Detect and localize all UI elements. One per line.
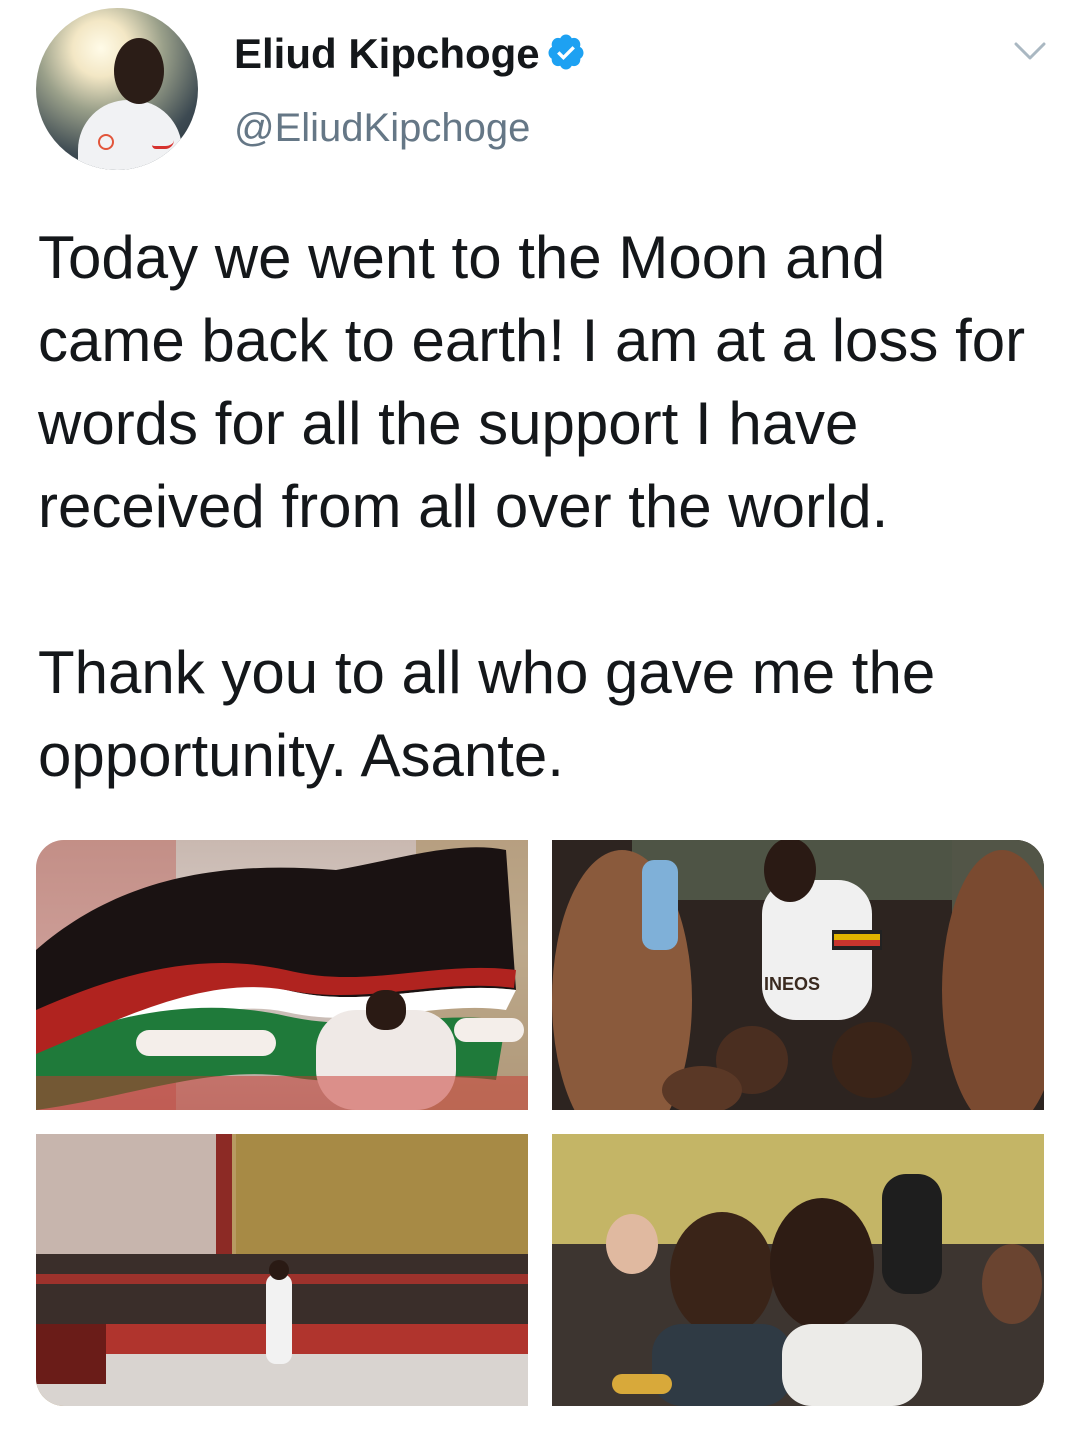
photo-flag-celebration[interactable] bbox=[36, 840, 528, 1110]
flag-photo-illustration bbox=[36, 840, 528, 1110]
photo-embrace[interactable] bbox=[552, 1134, 1044, 1406]
avatar[interactable] bbox=[36, 8, 198, 170]
avatar-shirt bbox=[78, 100, 182, 170]
chevron-down-icon[interactable] bbox=[1010, 36, 1050, 66]
tweet-text: Today we went to the Moon and came back … bbox=[38, 216, 1048, 797]
finish-photo-illustration bbox=[36, 1134, 528, 1406]
verified-badge-icon bbox=[548, 34, 584, 70]
author-handle[interactable]: @EliudKipchoge bbox=[234, 104, 530, 152]
ineos-logo-text: INEOS bbox=[764, 974, 820, 994]
author-name[interactable]: Eliud Kipchoge bbox=[234, 30, 540, 78]
tweet: Eliud Kipchoge @EliudKipchoge Today we w… bbox=[0, 0, 1080, 1445]
media-grid: INEOS bbox=[36, 840, 1044, 1406]
photo-finish-line[interactable] bbox=[36, 1134, 528, 1406]
shirt-logo-icon bbox=[98, 134, 114, 150]
photo-crowd-lift[interactable]: INEOS bbox=[552, 840, 1044, 1110]
tweet-paragraph: Thank you to all who gave me the opportu… bbox=[38, 639, 936, 789]
tweet-paragraph: Today we went to the Moon and came back … bbox=[38, 224, 1026, 540]
crowd-photo-illustration: INEOS bbox=[552, 840, 1044, 1110]
embrace-photo-illustration bbox=[552, 1134, 1044, 1406]
avatar-head bbox=[114, 38, 164, 104]
